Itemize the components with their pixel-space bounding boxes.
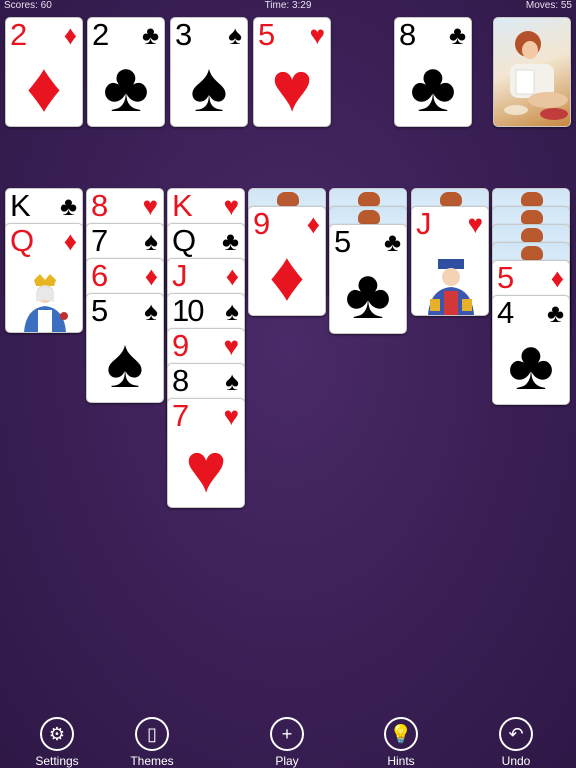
foundation-pile-1[interactable]: 2 ♦ ♦: [5, 17, 83, 127]
card-center-suit-icon: ♣: [103, 48, 149, 126]
card-rank: 9: [172, 328, 189, 363]
card-suit-icon: ♥: [223, 191, 239, 221]
gear-icon: ⚙: [40, 717, 74, 751]
card-suit-icon: ♠: [144, 296, 158, 326]
card-rank: 5: [497, 260, 514, 295]
card-center-suit-icon: ♣: [345, 255, 391, 333]
card-center-suit-icon: ♣: [508, 326, 554, 404]
card-rank: 9: [253, 206, 270, 241]
card-back-pattern: [277, 192, 299, 206]
card-rank: 2: [10, 17, 27, 52]
card-back-pattern: [358, 210, 380, 224]
tableau-col-5-card[interactable]: 5 ♣ ♣: [329, 224, 407, 334]
moves-label: Moves: 55: [525, 0, 572, 11]
themes-label: Themes: [130, 754, 174, 768]
card-rank: Q: [10, 223, 34, 258]
card-rank: J: [172, 258, 187, 293]
plus-icon: +: [270, 717, 304, 751]
card-back-pattern: [440, 192, 462, 206]
card-center-suit-icon: ♦: [26, 48, 62, 126]
jack-portrait: [428, 259, 474, 315]
tableau-col-4-card[interactable]: 9 ♦ ♦: [248, 206, 326, 316]
themes-button[interactable]: ▯ Themes: [117, 717, 187, 768]
card-back-pattern: [521, 192, 543, 206]
card-rank: 4: [497, 295, 514, 330]
undo-button[interactable]: ↶ Undo: [481, 717, 551, 768]
foundation-pile-3[interactable]: 3 ♠ ♠: [170, 17, 248, 127]
tableau-col-6-card[interactable]: J ♥: [411, 206, 489, 316]
card-rank: 2: [92, 17, 109, 52]
stock-illustration: [504, 31, 568, 120]
card-center-suit-icon: ♣: [410, 48, 456, 126]
card-rank: 7: [91, 223, 108, 258]
play-label: Play: [275, 754, 299, 768]
stock-pile[interactable]: [493, 17, 571, 127]
timer-label: Time: 3:29: [264, 0, 312, 11]
settings-button[interactable]: ⚙ Settings: [22, 717, 92, 768]
tableau-col-7-card[interactable]: 4 ♣ ♣: [492, 295, 570, 405]
card-suit-icon: ♥: [223, 401, 239, 431]
card-suit-icon: ♣: [546, 298, 564, 328]
queen-portrait: [24, 274, 68, 332]
card-center-suit-icon: ♥: [185, 429, 227, 507]
card-suit-icon: ♦: [550, 263, 564, 293]
card-rank: K: [10, 188, 31, 223]
card-suit-icon: ♣: [141, 20, 159, 50]
card-center-suit-icon: ♠: [190, 48, 228, 126]
card-rank: 8: [172, 363, 189, 398]
bottom-toolbar: ⚙ Settings ▯ Themes + Play 💡 Hints ↶ Undo: [0, 708, 576, 768]
card-suit-icon: ♠: [225, 366, 239, 396]
card-rank: 5: [91, 293, 108, 328]
play-button[interactable]: + Play: [252, 717, 322, 768]
undo-icon: ↶: [499, 717, 533, 751]
card-rank: 10: [172, 293, 205, 328]
card-suit-icon: ♣: [59, 191, 77, 221]
themes-icon: ▯: [135, 717, 169, 751]
card-rank: 8: [91, 188, 108, 223]
card-suit-icon: ♦: [144, 261, 158, 291]
card-rank: 7: [172, 398, 189, 433]
card-back-pattern: [358, 192, 380, 206]
tableau-col-2-card[interactable]: 5 ♠ ♠: [86, 293, 164, 403]
card-suit-icon: ♦: [63, 226, 77, 256]
card-suit-icon: ♣: [448, 20, 466, 50]
card-center-suit-icon: ♦: [269, 237, 305, 315]
card-suit-icon: ♦: [225, 261, 239, 291]
card-center-suit-icon: ♥: [271, 48, 313, 126]
card-rank: 5: [334, 224, 351, 259]
card-suit-icon: ♣: [383, 227, 401, 257]
card-suit-icon: ♦: [306, 209, 320, 239]
undo-label: Undo: [501, 754, 531, 768]
card-center-suit-icon: ♠: [106, 324, 144, 402]
card-suit-icon: ♥: [467, 209, 483, 239]
card-rank: 6: [91, 258, 108, 293]
foundation-pile-4[interactable]: 5 ♥ ♥: [253, 17, 331, 127]
card-suit-icon: ♥: [142, 191, 158, 221]
card-rank: 3: [175, 17, 192, 52]
tableau-col-3-card[interactable]: 7 ♥ ♥: [167, 398, 245, 508]
card-back-pattern: [521, 210, 543, 224]
foundation-pile-2[interactable]: 2 ♣ ♣: [87, 17, 165, 127]
card-suit-icon: ♠: [225, 296, 239, 326]
card-suit-icon: ♥: [309, 20, 325, 50]
card-back-pattern: [521, 246, 543, 260]
hints-label: Hints: [387, 754, 415, 768]
card-suit-icon: ♣: [221, 226, 239, 256]
card-suit-icon: ♠: [228, 20, 242, 50]
settings-label: Settings: [35, 754, 79, 768]
card-rank: 5: [258, 17, 275, 52]
card-rank: K: [172, 188, 193, 223]
waste-pile[interactable]: 8 ♣ ♣: [394, 17, 472, 127]
card-rank: 8: [399, 17, 416, 52]
card-rank: Q: [172, 223, 196, 258]
lightbulb-icon: 💡: [384, 717, 418, 751]
card-rank: J: [416, 206, 431, 241]
card-suit-icon: ♦: [63, 20, 77, 50]
card-suit-icon: ♠: [144, 226, 158, 256]
card-suit-icon: ♥: [223, 331, 239, 361]
tableau-col-1-card[interactable]: Q ♦: [5, 223, 83, 333]
card-back-pattern: [521, 228, 543, 242]
hints-button[interactable]: 💡 Hints: [366, 717, 436, 768]
